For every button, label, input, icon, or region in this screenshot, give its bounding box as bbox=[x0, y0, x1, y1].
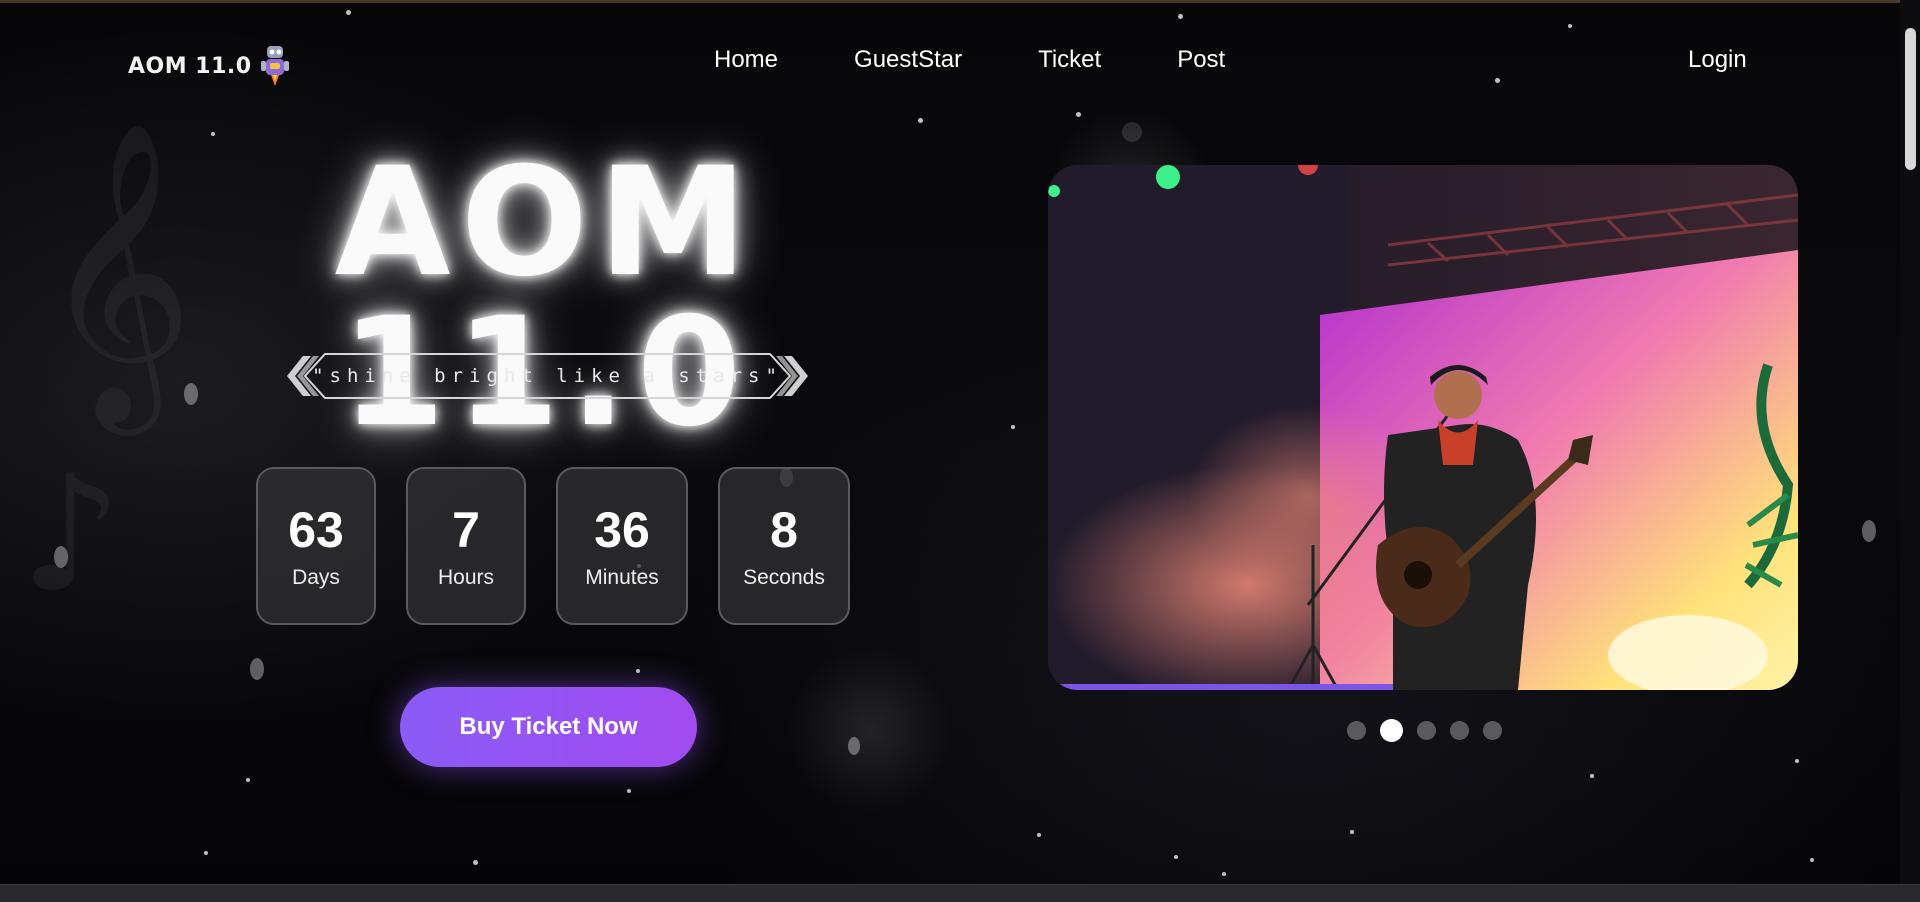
scrollbar-thumb[interactable] bbox=[1905, 28, 1916, 170]
countdown-hours: 7 Hours bbox=[406, 467, 526, 625]
star-dot bbox=[246, 778, 250, 782]
star-dot bbox=[1011, 425, 1015, 429]
scrollbar[interactable] bbox=[1900, 0, 1920, 884]
star-dot bbox=[211, 132, 215, 136]
buy-ticket-button[interactable]: Buy Ticket Now bbox=[400, 687, 697, 767]
nav-post-link[interactable]: Post bbox=[1177, 46, 1225, 74]
brand-logo[interactable]: AOM 11.0 bbox=[128, 44, 292, 88]
star-dot bbox=[627, 789, 631, 793]
star-dot bbox=[1795, 759, 1799, 763]
tagline-frame: "shine bright like a stars" bbox=[285, 352, 810, 400]
sparkle-decoration bbox=[740, 600, 1000, 860]
bottom-taskbar bbox=[0, 884, 1920, 902]
bokeh-dot bbox=[1122, 122, 1142, 142]
carousel-slide-image[interactable] bbox=[1048, 165, 1798, 690]
countdown-value: 36 bbox=[594, 502, 650, 558]
carousel-dot[interactable] bbox=[1483, 721, 1502, 740]
robot-rocket-icon bbox=[260, 46, 289, 86]
music-note-decoration: ♪ bbox=[20, 440, 123, 627]
carousel-dot[interactable] bbox=[1380, 719, 1403, 742]
countdown-value: 7 bbox=[452, 502, 480, 558]
countdown-label: Seconds bbox=[743, 566, 825, 589]
countdown-value: 8 bbox=[770, 502, 798, 558]
tagline-text: "shine bright like a stars" bbox=[312, 365, 783, 387]
countdown-seconds: 8 Seconds bbox=[718, 467, 850, 625]
top-navigation: AOM 11.0 Home GuestStar Ticket Post Logi… bbox=[0, 0, 1900, 120]
nav-home-link[interactable]: Home bbox=[714, 46, 778, 74]
countdown-value: 63 bbox=[288, 502, 344, 558]
star-dot bbox=[1174, 855, 1178, 859]
carousel-dot[interactable] bbox=[1347, 721, 1366, 740]
concert-performer-image bbox=[1048, 165, 1798, 690]
brand-name: AOM 11.0 bbox=[128, 53, 252, 79]
carousel-dot[interactable] bbox=[1417, 721, 1436, 740]
star-dot bbox=[1222, 872, 1226, 876]
bokeh-dot bbox=[848, 737, 860, 755]
bokeh-dot bbox=[1862, 520, 1876, 542]
countdown-timer: 63 Days 7 Hours 36 Minutes 8 Seconds bbox=[256, 467, 850, 625]
star-dot bbox=[1590, 774, 1594, 778]
nav-links: Home GuestStar Ticket Post bbox=[714, 46, 1225, 74]
hero-title: AOM 11.0 bbox=[334, 136, 758, 460]
countdown-days: 63 Days bbox=[256, 467, 376, 625]
star-dot bbox=[1037, 833, 1041, 837]
nav-ticket-link[interactable]: Ticket bbox=[1038, 46, 1101, 74]
bokeh-dot bbox=[54, 546, 68, 568]
countdown-label: Days bbox=[292, 566, 340, 589]
carousel-dot[interactable] bbox=[1450, 721, 1469, 740]
bokeh-dot bbox=[184, 383, 198, 405]
carousel-dots bbox=[1347, 719, 1502, 742]
star-dot bbox=[636, 669, 640, 673]
slide-progress-bar bbox=[1048, 684, 1393, 690]
countdown-minutes: 36 Minutes bbox=[556, 467, 688, 625]
countdown-label: Hours bbox=[437, 566, 495, 589]
star-dot bbox=[1810, 858, 1814, 862]
countdown-label: Minutes bbox=[585, 566, 659, 589]
bokeh-dot bbox=[250, 658, 264, 680]
login-link[interactable]: Login bbox=[1688, 46, 1747, 74]
star-dot bbox=[473, 860, 478, 865]
music-note-decoration: 𝄞 bbox=[40, 120, 194, 422]
star-dot bbox=[204, 851, 208, 855]
nav-gueststar-link[interactable]: GuestStar bbox=[854, 46, 962, 74]
star-dot bbox=[1350, 830, 1354, 834]
